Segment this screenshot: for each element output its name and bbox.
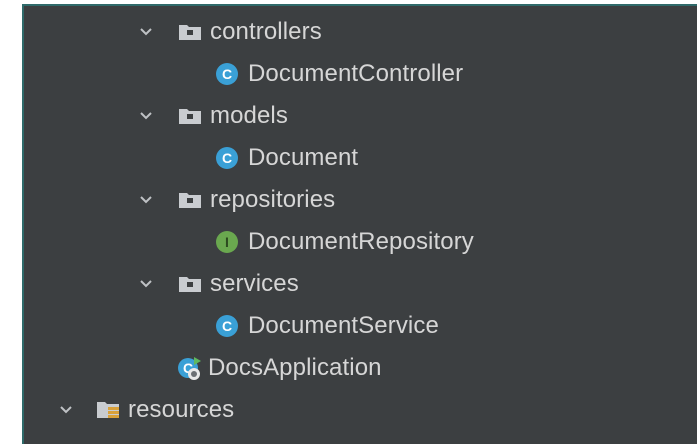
tree-item-label: models bbox=[210, 102, 288, 129]
tree-item-docs-application[interactable]: C DocsApplication bbox=[176, 348, 382, 388]
folder-icon bbox=[178, 191, 202, 209]
tree-item-document-service[interactable]: C DocumentService bbox=[216, 306, 439, 346]
tree-item-label: Document bbox=[248, 144, 359, 171]
tree-item-repositories[interactable]: repositories bbox=[138, 180, 335, 220]
tree-item-label: services bbox=[210, 270, 299, 297]
tree-item-document[interactable]: C Document bbox=[216, 138, 358, 178]
chevron-down-icon[interactable] bbox=[58, 402, 74, 418]
tree-item-controllers[interactable]: controllers bbox=[138, 12, 322, 52]
class-icon: C bbox=[216, 147, 238, 169]
resources-folder-icon bbox=[96, 399, 124, 421]
tree-item-document-repository[interactable]: I DocumentRepository bbox=[216, 222, 474, 262]
tree-item-services[interactable]: services bbox=[138, 264, 299, 304]
tree-item-label: controllers bbox=[210, 18, 322, 45]
folder-icon bbox=[178, 23, 202, 41]
tree-item-label: repositories bbox=[210, 186, 336, 213]
interface-icon: I bbox=[216, 231, 238, 253]
tree-item-document-controller[interactable]: C DocumentController bbox=[216, 54, 463, 94]
folder-icon bbox=[178, 275, 202, 293]
tree-item-label: DocsApplication bbox=[208, 354, 382, 381]
tree-item-label: DocumentService bbox=[248, 312, 439, 339]
class-icon: C bbox=[216, 63, 238, 85]
chevron-down-icon[interactable] bbox=[138, 192, 154, 208]
tree-item-label: resources bbox=[128, 396, 235, 423]
folder-icon bbox=[178, 107, 202, 125]
project-tree-panel: controllers C DocumentController models … bbox=[22, 4, 697, 444]
tree-item-label: DocumentRepository bbox=[248, 228, 474, 255]
tree-item-label: DocumentController bbox=[248, 60, 464, 87]
chevron-down-icon[interactable] bbox=[138, 24, 154, 40]
tree-item-resources[interactable]: resources bbox=[58, 390, 234, 430]
class-icon: C bbox=[216, 315, 238, 337]
tree-item-models[interactable]: models bbox=[138, 96, 288, 136]
chevron-down-icon[interactable] bbox=[138, 108, 154, 124]
chevron-down-icon[interactable] bbox=[138, 276, 154, 292]
spring-boot-application-icon: C bbox=[176, 355, 202, 381]
